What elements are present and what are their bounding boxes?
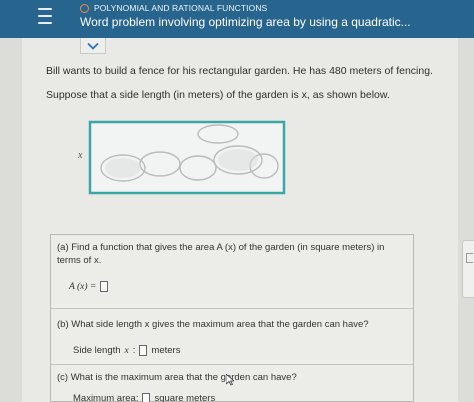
question-b-text: (b) What side length x gives the maximum… xyxy=(57,319,369,330)
garden-diagram xyxy=(88,120,286,195)
question-a-line-2: terms of x. xyxy=(57,255,102,266)
expand-toggle-button[interactable] xyxy=(80,38,106,54)
menu-line xyxy=(38,8,52,10)
question-c-answer-row: Maximum area: square meters xyxy=(73,393,215,402)
chevron-down-icon xyxy=(87,42,99,50)
question-b: (b) What side length x gives the maximum… xyxy=(51,309,413,365)
side-length-input[interactable] xyxy=(139,345,148,356)
problem-title: Word problem involving optimizing area b… xyxy=(80,15,411,29)
question-a-answer-row: A (x) = xyxy=(69,281,109,292)
question-a: (a) Find a function that gives the area … xyxy=(51,235,413,309)
side-length-label: Side length xyxy=(73,345,121,356)
plant-fill xyxy=(105,158,141,178)
garden-side-label: x xyxy=(78,150,83,161)
side-length-unit: meters xyxy=(151,345,181,356)
maximum-area-unit: square meters xyxy=(154,393,216,402)
menu-line xyxy=(38,15,52,17)
plant-fill xyxy=(218,149,258,171)
menu-line xyxy=(38,22,52,24)
mouse-cursor-icon xyxy=(226,374,234,386)
problem-statement-line-2: Suppose that a side length (in meters) o… xyxy=(46,89,390,101)
side-length-colon: : xyxy=(132,345,136,356)
question-a-line-1: (a) Find a function that gives the area … xyxy=(57,242,385,253)
side-length-variable: x xyxy=(124,345,129,356)
topic-status-dot-icon xyxy=(80,3,89,13)
question-a-text: (a) Find a function that gives the area … xyxy=(57,241,384,267)
topic-label: POLYNOMIAL AND RATIONAL FUNCTIONS xyxy=(94,3,268,13)
topic-row: POLYNOMIAL AND RATIONAL FUNCTIONS xyxy=(80,3,267,13)
side-panel-tab[interactable] xyxy=(462,240,474,298)
hamburger-menu-icon[interactable] xyxy=(38,8,52,24)
area-function-label: A (x) = xyxy=(69,281,97,292)
header-bar: POLYNOMIAL AND RATIONAL FUNCTIONS Word p… xyxy=(0,0,474,38)
problem-statement-line-1: Bill wants to build a fence for his rect… xyxy=(46,65,433,77)
maximum-area-label: Maximum area: xyxy=(73,393,139,402)
question-c-text: (c) What is the maximum area that the ga… xyxy=(57,372,297,383)
maximum-area-input[interactable] xyxy=(142,393,151,402)
question-b-answer-row: Side length x : meters xyxy=(73,345,180,356)
area-function-input[interactable] xyxy=(100,281,109,292)
